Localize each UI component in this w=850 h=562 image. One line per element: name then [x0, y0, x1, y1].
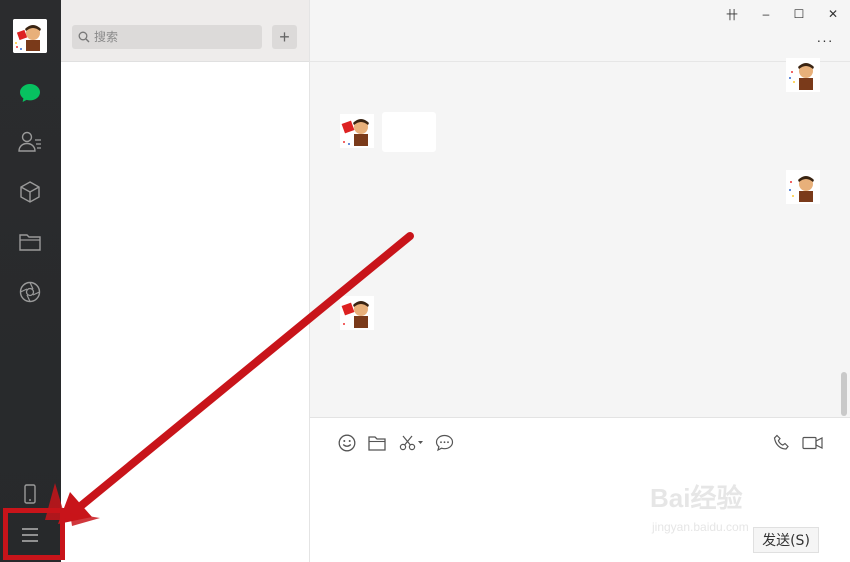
annotation-arrow [45, 232, 414, 526]
annotation-highlight-box [3, 508, 65, 560]
